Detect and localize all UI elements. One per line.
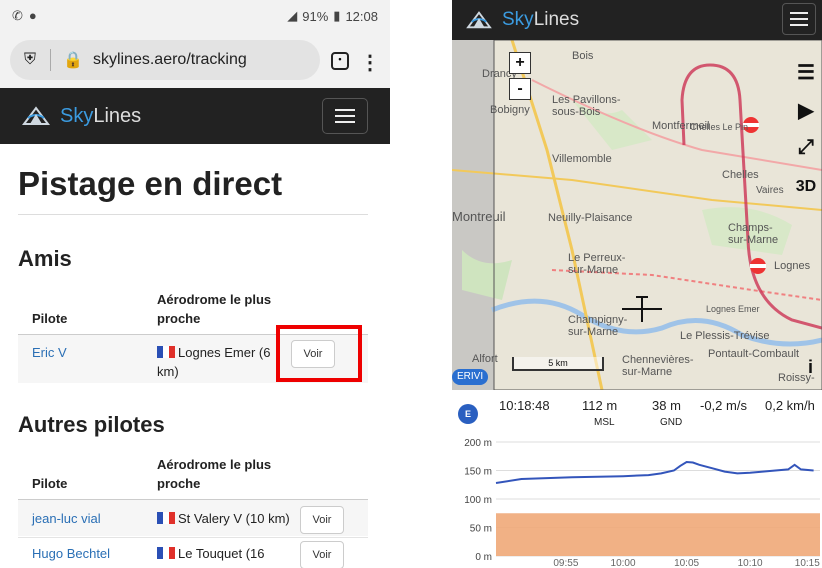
map-label: Chennevières-sur-Marne: [622, 354, 694, 378]
friends-col-aerodrome: Aérodrome le plus proche: [157, 292, 272, 326]
skylines-logo-icon: [22, 106, 50, 125]
signal-icon: ◢: [287, 8, 298, 23]
friends-col-pilot: Pilote: [32, 311, 68, 326]
browser-url-bar: ⛨ 🔒 skylines.aero/tracking • ⋮: [0, 32, 390, 88]
fix-time: 10:18:48: [499, 398, 550, 413]
pilot-link[interactable]: Hugo Bechtel: [32, 546, 110, 561]
menu-toggle-button[interactable]: [782, 3, 816, 35]
url-text: skylines.aero/tracking: [92, 51, 247, 68]
title-divider: [18, 214, 368, 215]
brand-name[interactable]: SkyLines: [60, 105, 141, 128]
clock: 12:08: [345, 8, 378, 24]
map-label: Les Pavillons-sous-Bois: [552, 94, 621, 118]
others-col-pilot: Pilote: [32, 476, 68, 491]
zoom-out-button[interactable]: -: [509, 78, 531, 100]
play-icon[interactable]: ▶: [792, 98, 820, 124]
others-col-aerodrome: Aérodrome le plus proche: [157, 457, 272, 491]
map-label: Bois: [572, 50, 594, 62]
flight-info-bar: E 10:18:48 112 m MSL 38 m GND -0,2 m/s 0…: [452, 390, 822, 432]
y-tick-label: 200 m: [464, 438, 492, 449]
right-phone: SkyLines Bois Drancy Bobigny Les Pavillo…: [452, 0, 822, 568]
circle-icon: ●: [28, 8, 37, 23]
x-tick-label: 10:10: [738, 558, 763, 568]
map-label: Le Plessis-Trévise: [680, 330, 770, 342]
y-tick-label: 100 m: [464, 495, 492, 506]
terrain-area: [496, 513, 820, 556]
altitude-ref: MSL: [594, 417, 615, 428]
attribution-info-button[interactable]: i: [808, 357, 813, 378]
aerodrome-cell: St Valery V (10 km): [157, 509, 290, 528]
altitude-value: 112 m: [582, 398, 618, 413]
friends-heading: Amis: [18, 246, 72, 271]
pilot-link[interactable]: Eric V: [32, 345, 67, 360]
red-highlight-box: [276, 325, 362, 382]
shield-icon[interactable]: ⛨: [24, 51, 36, 69]
map-label: Villemomble: [552, 153, 612, 165]
x-tick-label: 10:05: [674, 558, 699, 568]
aerodrome-cell: Le Touquet (16: [157, 544, 265, 563]
battery-level: 91%: [302, 8, 329, 24]
map-label: Vaires: [756, 185, 784, 196]
map-label: Alfort: [472, 353, 498, 365]
lock-icon: 🔒: [63, 52, 83, 69]
status-bar: ✆ ● ◢ 91% ▮ 12:08: [0, 0, 390, 32]
screenshot-root: ✆ ● ◢ 91% ▮ 12:08 ⛨ 🔒 skylines.aero/trac…: [0, 0, 822, 568]
pilot-link[interactable]: jean-luc vial: [32, 511, 101, 526]
others-heading: Autres pilotes: [18, 412, 165, 437]
y-tick-label: 150 m: [464, 467, 492, 478]
pilot-badge[interactable]: ERIVI: [452, 369, 489, 385]
voir-button[interactable]: Voir: [300, 541, 344, 568]
flag-icon: [157, 346, 175, 358]
left-phone: ✆ ● ◢ 91% ▮ 12:08 ⛨ 🔒 skylines.aero/trac…: [0, 0, 390, 568]
vario-value: -0,2 m/s: [700, 398, 747, 413]
y-tick-label: 0 m: [475, 552, 492, 563]
tabs-button[interactable]: •: [331, 52, 349, 70]
site-navbar: SkyLines: [452, 0, 822, 40]
map-label: Chelles: [722, 169, 759, 181]
page-title: Pistage en direct: [18, 165, 283, 202]
map-label: Neuilly-Plaisance: [548, 212, 633, 224]
skylines-logo-icon: [466, 11, 492, 29]
brand-name[interactable]: SkyLines: [502, 9, 579, 31]
height-ref: GND: [660, 417, 683, 428]
altitude-line: [495, 460, 814, 484]
voir-button[interactable]: Voir: [300, 506, 344, 534]
flag-icon: [157, 512, 175, 524]
y-tick-label: 50 m: [470, 524, 492, 535]
map-label: Pontault-Combault: [708, 348, 800, 360]
whatsapp-icon: ✆: [12, 8, 23, 23]
menu-toggle-button[interactable]: [322, 98, 368, 134]
x-tick-label: 09:55: [553, 558, 578, 568]
battery-icon: ▮: [333, 8, 341, 23]
zoom-in-button[interactable]: +: [509, 52, 531, 74]
3d-view-button[interactable]: 3D: [792, 174, 820, 200]
map-label: Le Perreux-sur-Marne: [568, 252, 626, 276]
height-value: 38 m: [652, 398, 681, 413]
x-tick-label: 10:15: [795, 558, 820, 568]
map-label: Lognes Emer: [706, 304, 760, 314]
map-label: Bobigny: [490, 104, 530, 116]
scale-bar: 5 km: [512, 357, 604, 371]
layers-icon[interactable]: ☰: [792, 60, 820, 86]
aerodrome-cell: Lognes Emer (6 km): [157, 345, 271, 379]
kebab-menu-icon[interactable]: ⋮: [360, 50, 380, 75]
speed-value: 0,2 km/h: [765, 398, 815, 413]
barogram-svg: 200 m 150 m 100 m 50 m 0 m 09:55 10:00 10:05 10:…: [464, 438, 820, 568]
flag-icon: [157, 547, 175, 559]
pilot-initial-badge: E: [458, 404, 478, 424]
map-view[interactable]: Bois Drancy Bobigny Les Pavillons-sous-B…: [452, 40, 822, 390]
map-label: Champs-sur-Marne: [728, 222, 779, 246]
barogram-chart[interactable]: 200 m 150 m 100 m 50 m 0 m 09:55 10:00 10:05 10:…: [452, 432, 822, 568]
map-label: Champigny-sur-Marne: [568, 314, 628, 338]
map-label: Chelles Le Pin: [690, 122, 749, 132]
site-navbar: SkyLines: [0, 88, 390, 144]
map-label: Montreuil: [452, 209, 506, 224]
x-tick-label: 10:00: [611, 558, 636, 568]
url-field[interactable]: ⛨ 🔒 skylines.aero/tracking: [10, 40, 320, 80]
map-label: Lognes: [774, 260, 811, 272]
fullscreen-icon[interactable]: ⤢: [792, 136, 820, 162]
